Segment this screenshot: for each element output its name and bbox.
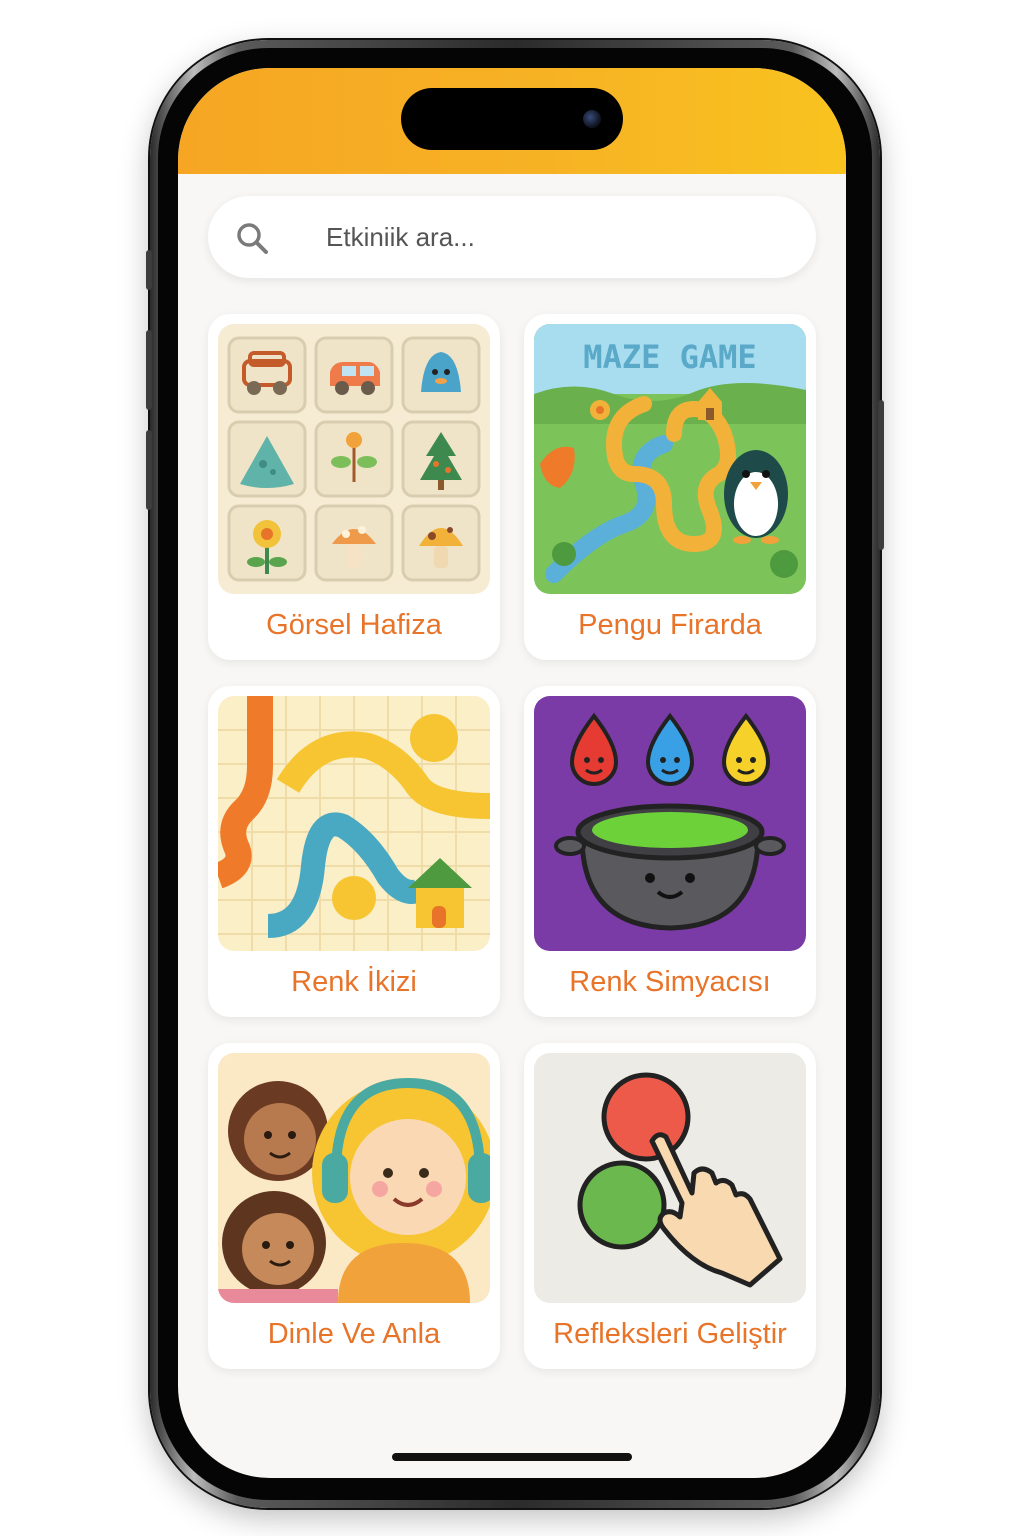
volume-up-button xyxy=(146,330,152,410)
activity-title: Dinle Ve Anla xyxy=(267,1318,441,1350)
search-icon xyxy=(237,223,268,254)
activity-title: Refleksleri Geliştir xyxy=(553,1318,787,1350)
activity-card-dinle-ve-anla[interactable]: Dinle Ve Anla xyxy=(208,1043,500,1369)
volume-down-button xyxy=(146,430,152,510)
home-indicator[interactable] xyxy=(392,1453,632,1461)
color-alchemist-image xyxy=(534,696,806,951)
color-match-image xyxy=(218,696,490,951)
activity-title: Pengu Firarda xyxy=(578,609,762,641)
activity-title: Görsel Hafiza xyxy=(266,609,442,641)
maze-game-image: MAZE GAME xyxy=(534,324,806,594)
activity-title: Renk İkizi xyxy=(291,966,417,998)
activity-card-renk-ikizi[interactable]: Renk İkizi xyxy=(208,686,500,1017)
maze-game-text: MAZE GAME xyxy=(583,338,756,376)
activity-card-gorsel-hafiza[interactable]: Görsel Hafiza xyxy=(208,314,500,660)
activity-card-pengu-firarda[interactable]: MAZE GAME Pengu Firarda xyxy=(524,314,816,660)
action-button xyxy=(146,250,152,290)
screen: Görsel Hafiza MAZE GAME xyxy=(178,68,846,1478)
power-button xyxy=(878,400,884,550)
activity-card-renk-simyacisi[interactable]: Renk Simyacısı xyxy=(524,686,816,1017)
dynamic-island xyxy=(401,88,623,150)
activity-card-refleksleri-gelistir[interactable]: Refleksleri Geliştir xyxy=(524,1043,816,1369)
activity-grid: Görsel Hafiza MAZE GAME Pengu Firarda Re… xyxy=(208,314,816,1369)
memory-game-image xyxy=(218,324,490,594)
search-input[interactable] xyxy=(326,196,786,278)
listen-understand-image xyxy=(218,1053,490,1303)
search-bar[interactable] xyxy=(208,196,816,278)
camera-icon xyxy=(583,110,601,128)
activity-title: Renk Simyacısı xyxy=(569,966,771,998)
reflex-game-image xyxy=(534,1053,806,1303)
